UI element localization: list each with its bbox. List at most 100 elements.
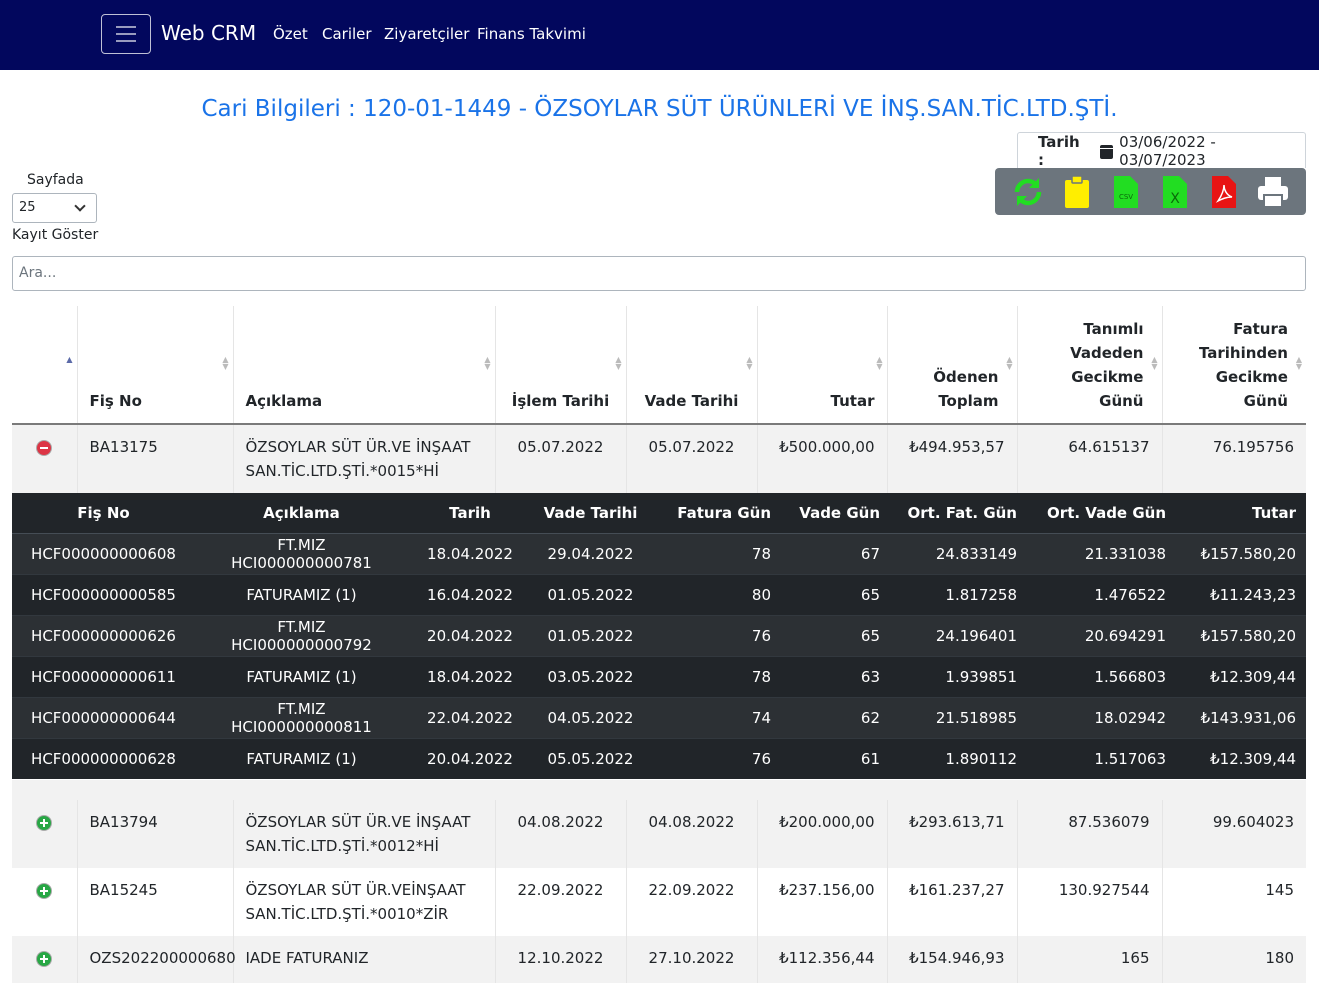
tutar: ₺237.156,00 xyxy=(757,868,888,936)
odenen-toplam: ₺161.237,27 xyxy=(887,868,1018,936)
refresh-icon[interactable] xyxy=(1011,175,1045,209)
column-header-fatura-gecikme[interactable]: Fatura Tarihinden Gecikme Günü ▲ ▼ xyxy=(1162,306,1306,425)
column-header-islem-tarihi[interactable]: İşlem Tarihi ▲ ▼ xyxy=(495,306,627,425)
detail-vade-tarihi: 05.05.2022 xyxy=(532,737,649,779)
date-label: Tarih : xyxy=(1038,132,1080,169)
detail-tutar: ₺143.931,06 xyxy=(1176,696,1306,738)
detail-vade-tarihi: 03.05.2022 xyxy=(532,655,649,697)
detail-header-aciklama[interactable]: Açıklama xyxy=(195,493,408,534)
detail-tutar: ₺157.580,20 xyxy=(1176,614,1306,656)
detail-aciklama: FATURAMIZ (1) xyxy=(195,737,408,779)
detail-vade-gun: 65 xyxy=(781,614,890,656)
sort-icon: ▲ ▼ xyxy=(876,355,883,371)
detail-fis-no: HCF000000000611 xyxy=(12,655,195,697)
detail-tarih: 18.04.2022 xyxy=(408,655,532,697)
row-separator xyxy=(12,780,1306,800)
clipboard-icon[interactable] xyxy=(1060,174,1094,209)
nav-link-cariler[interactable]: Cariler xyxy=(322,25,372,43)
cari-table: Fiş No▲▼ Açıklama▲▼ İşlem Tarihi▲▼ Vade … xyxy=(12,306,1306,493)
detail-ort-vade-gun: 20.694291 xyxy=(1027,614,1176,656)
detail-header-tutar[interactable]: Tutar xyxy=(1176,493,1306,534)
table-row: BA13175 ÖZSOYLAR SÜT ÜR.VE İNŞAAT SAN.Tİ… xyxy=(12,424,1306,493)
detail-header-vade-tarihi[interactable]: Vade Tarihi xyxy=(532,493,649,534)
column-header-tutar[interactable]: Tutar ▲ ▼ xyxy=(757,306,888,425)
detail-header-tarih[interactable]: Tarih xyxy=(408,493,532,534)
detail-row: HCF000000000611 FATURAMIZ (1) 18.04.2022 03… xyxy=(12,655,1306,697)
csv-icon[interactable]: CSV xyxy=(1109,175,1143,209)
tutar: ₺112.356,44 xyxy=(757,936,888,983)
detail-fatura-gun: 80 xyxy=(649,573,781,615)
detail-header-fatura-gun[interactable]: Fatura Gün xyxy=(649,493,781,534)
excel-icon[interactable]: X xyxy=(1158,175,1192,209)
pdf-icon[interactable] xyxy=(1207,175,1241,209)
detail-aciklama: FATURAMIZ (1) xyxy=(195,573,408,615)
detail-aciklama: FT.MIZ HCI000000000811 xyxy=(195,696,408,738)
column-header-aciklama[interactable]: Açıklama ▲ ▼ xyxy=(233,306,496,425)
table-row: BA13794 ÖZSOYLAR SÜT ÜR.VE İNŞAAT SAN.Tİ… xyxy=(12,800,1306,868)
detail-tutar: ₺157.580,20 xyxy=(1176,532,1306,574)
brand-link[interactable]: Web CRM xyxy=(161,21,256,45)
length-label-top: Sayfada xyxy=(27,172,84,188)
expand-row-icon[interactable] xyxy=(37,952,52,966)
table-row: BA15245 ÖZSOYLAR SÜT ÜR.VEİNŞAAT SAN.TİC… xyxy=(12,868,1306,936)
collapse-row-icon[interactable] xyxy=(37,441,52,455)
detail-fis-no: HCF000000000608 xyxy=(12,532,195,574)
nav-link-finans-takvimi[interactable]: Finans Takvimi xyxy=(477,25,586,43)
page-length-select[interactable]: 25 xyxy=(12,193,97,223)
tutar: ₺200.000,00 xyxy=(757,800,888,868)
detail-ort-vade-gun: 18.02942 xyxy=(1027,696,1176,738)
detail-tarih: 20.04.2022 xyxy=(408,614,532,656)
detail-vade-tarihi: 29.04.2022 xyxy=(532,532,649,574)
expand-row-icon[interactable] xyxy=(37,816,52,830)
detail-vade-tarihi: 04.05.2022 xyxy=(532,696,649,738)
vade-gecikme: 64.615137 xyxy=(1017,424,1163,493)
detail-vade-gun: 61 xyxy=(781,737,890,779)
detail-tutar: ₺11.243,23 xyxy=(1176,573,1306,615)
detail-tutar: ₺12.309,44 xyxy=(1176,737,1306,779)
vade-tarihi: 22.09.2022 xyxy=(626,868,758,936)
detail-ort-vade-gun: 1.476522 xyxy=(1027,573,1176,615)
detail-row: HCF000000000644 FT.MIZ HCI000000000811 22.… xyxy=(12,696,1306,738)
islem-tarihi: 22.09.2022 xyxy=(495,868,627,936)
expand-row-icon[interactable] xyxy=(37,884,52,898)
detail-fis-no: HCF000000000585 xyxy=(12,573,195,615)
column-header-vade-tarihi[interactable]: Vade Tarihi ▲ ▼ xyxy=(626,306,758,425)
fatura-gecikme: 180 xyxy=(1162,936,1306,983)
column-header-odenen-toplam[interactable]: Ödenen Toplam ▲ ▼ xyxy=(887,306,1018,425)
detail-ort-fat-gun: 1.939851 xyxy=(890,655,1027,697)
aciklama: IADE FATURANIZ xyxy=(233,936,496,983)
menu-toggle-button[interactable] xyxy=(101,14,151,54)
column-header-toggle[interactable] xyxy=(12,306,78,425)
detail-row: HCF000000000585 FATURAMIZ (1) 16.04.2022 01… xyxy=(12,573,1306,615)
search-input[interactable]: Ara... xyxy=(12,256,1306,291)
sort-asc-icon xyxy=(66,356,72,363)
column-header-fis-no[interactable]: Fiş No ▲ ▼ xyxy=(77,306,234,425)
detail-row: HCF000000000626 FT.MIZ HCI000000000792 20.… xyxy=(12,614,1306,656)
detail-header-ort-fat-gun[interactable]: Ort. Fat. Gün xyxy=(890,493,1027,534)
nav-link-ozet[interactable]: Özet xyxy=(273,25,308,43)
detail-ort-vade-gun: 21.331038 xyxy=(1027,532,1176,574)
nav-link-ziyaretciler[interactable]: Ziyaretçiler xyxy=(384,25,469,43)
detail-tarih: 20.04.2022 xyxy=(408,737,532,779)
detail-fis-no: HCF000000000628 xyxy=(12,737,195,779)
detail-vade-tarihi: 01.05.2022 xyxy=(532,573,649,615)
vade-tarihi: 27.10.2022 xyxy=(626,936,758,983)
fis-no: BA13175 xyxy=(77,424,234,493)
detail-vade-gun: 67 xyxy=(781,532,890,574)
vade-tarihi: 04.08.2022 xyxy=(626,800,758,868)
vade-tarihi: 05.07.2022 xyxy=(626,424,758,493)
detail-header-vade-gun[interactable]: Vade Gün xyxy=(781,493,890,534)
date-range-picker[interactable]: Tarih : 03/06/2022 - 03/07/2023 xyxy=(1017,132,1306,169)
sort-icon: ▲ ▼ xyxy=(484,355,491,371)
vade-gecikme: 87.536079 xyxy=(1017,800,1163,868)
detail-header-fis-no[interactable]: Fiş No xyxy=(12,493,195,534)
print-icon[interactable] xyxy=(1256,175,1290,209)
detail-fatura-gun: 76 xyxy=(649,614,781,656)
column-header-vade-gecikme[interactable]: Tanımlı Vadeden Gecikme Günü ▲ ▼ xyxy=(1017,306,1163,425)
odenen-toplam: ₺293.613,71 xyxy=(887,800,1018,868)
tutar: ₺500.000,00 xyxy=(757,424,888,493)
detail-fatura-gun: 78 xyxy=(649,532,781,574)
odenen-toplam: ₺494.953,57 xyxy=(887,424,1018,493)
detail-fis-no: HCF000000000644 xyxy=(12,696,195,738)
detail-header-ort-vade-gun[interactable]: Ort. Vade Gün xyxy=(1027,493,1176,534)
